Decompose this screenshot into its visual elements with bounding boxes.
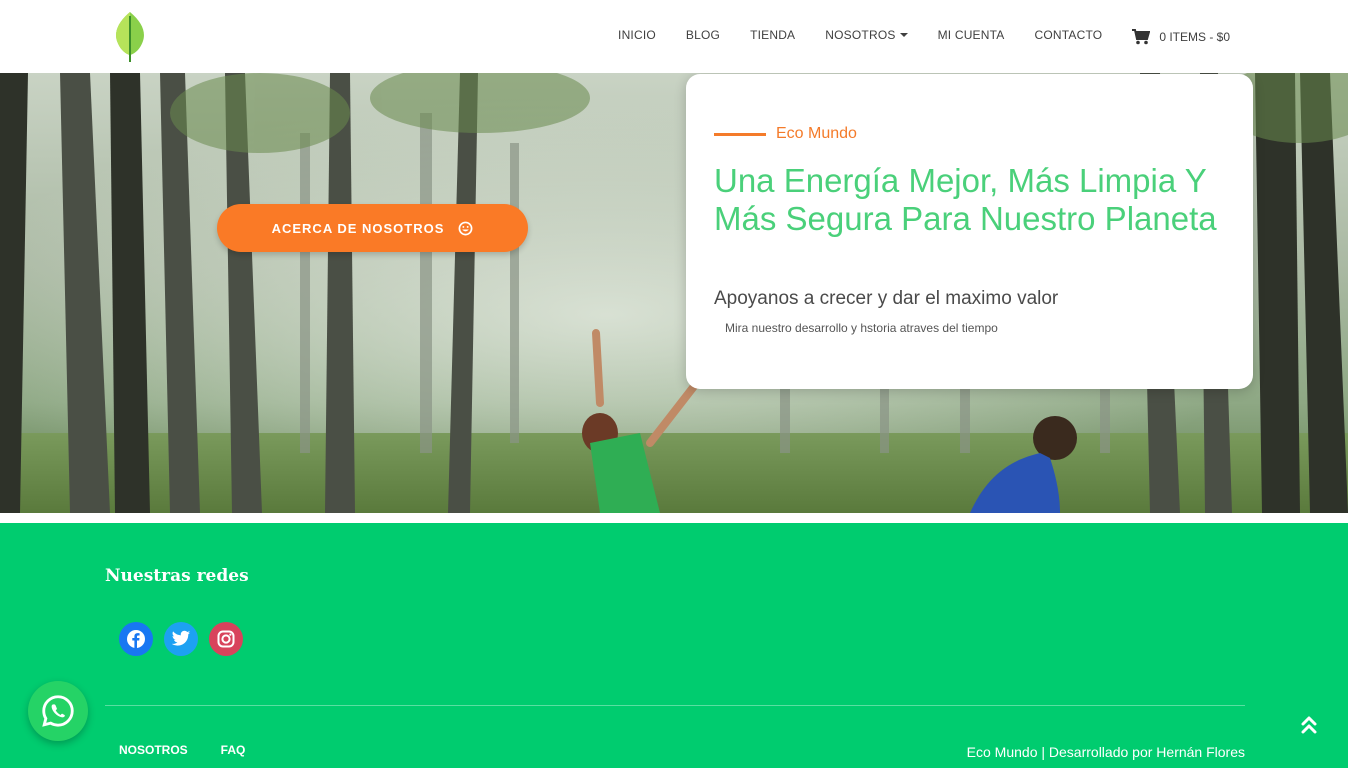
whatsapp-icon [42, 695, 74, 727]
social-links [119, 622, 254, 656]
leaf-icon[interactable] [112, 10, 148, 64]
about-us-button[interactable]: ACERCA DE NOSOTROS [217, 204, 528, 252]
nav-label: CONTACTO [1034, 27, 1103, 42]
hero-title: Una Energía Mejor, Más Limpia Y Más Segu… [714, 162, 1217, 237]
double-chevron-up-icon [1301, 716, 1317, 734]
cart-button[interactable]: 0 ITEMS - $0 [1132, 28, 1230, 45]
nav-item-blog[interactable]: BLOG [686, 28, 720, 42]
cart-icon [1132, 28, 1151, 44]
instagram-icon [217, 630, 235, 648]
hero-subtitle: Apoyanos a crecer y dar el maximo valor [714, 288, 1059, 309]
section-gap [0, 513, 1348, 523]
instagram-button[interactable] [209, 622, 243, 656]
hero-section: ACERCA DE NOSOTROS Eco Mundo Una Energía… [0, 73, 1348, 513]
footer-link-nosotros[interactable]: NOSOTROS [119, 743, 188, 757]
about-us-label: ACERCA DE NOSOTROS [271, 220, 445, 236]
footer-link-faq[interactable]: FAQ [221, 743, 246, 757]
nav-label: NOSOTROS [825, 27, 896, 42]
nav-item-inicio[interactable]: INICIO [618, 28, 656, 42]
site-footer: Nuestras redes NOSOTROS FAQ Eco Mundo | … [0, 523, 1348, 768]
back-to-top-button[interactable] [1298, 713, 1320, 737]
facebook-button[interactable] [119, 622, 153, 656]
nav-label: MI CUENTA [937, 27, 1005, 42]
eyebrow-line [714, 132, 766, 136]
footer-links: NOSOTROS FAQ [119, 743, 278, 757]
hero-card: Eco Mundo Una Energía Mejor, Más Limpia … [686, 74, 1253, 389]
nav-item-mi-cuenta[interactable]: MI CUENTA [938, 28, 1005, 42]
cart-label: 0 ITEMS - $0 [1159, 29, 1230, 44]
main-nav: INICIO BLOG TIENDA NOSOTROS MI CUENTA CO… [588, 0, 1230, 73]
twitter-icon [171, 630, 191, 646]
facebook-icon [127, 630, 145, 648]
footer-divider [105, 705, 1245, 706]
nav-label: TIENDA [750, 27, 796, 42]
nav-label: BLOG [685, 27, 721, 42]
card-eyebrow: Eco Mundo [714, 125, 857, 143]
footer-credit: Eco Mundo | Desarrollado por Hernán Flor… [966, 744, 1245, 760]
nav-label: INICIO [618, 27, 656, 42]
hero-caption: Mira nuestro desarrollo y hstoria atrave… [725, 321, 998, 335]
whatsapp-button[interactable] [28, 681, 88, 741]
site-header: INICIO BLOG TIENDA NOSOTROS MI CUENTA CO… [0, 0, 1348, 73]
eyebrow-text: Eco Mundo [776, 125, 857, 142]
twitter-button[interactable] [164, 622, 198, 656]
nav-item-contacto[interactable]: CONTACTO [1034, 28, 1102, 42]
smile-icon [458, 221, 473, 236]
nav-item-nosotros[interactable]: NOSOTROS [825, 27, 908, 42]
caret-down-icon [899, 32, 908, 37]
nav-item-tienda[interactable]: TIENDA [750, 28, 795, 42]
footer-heading: Nuestras redes [105, 566, 249, 586]
